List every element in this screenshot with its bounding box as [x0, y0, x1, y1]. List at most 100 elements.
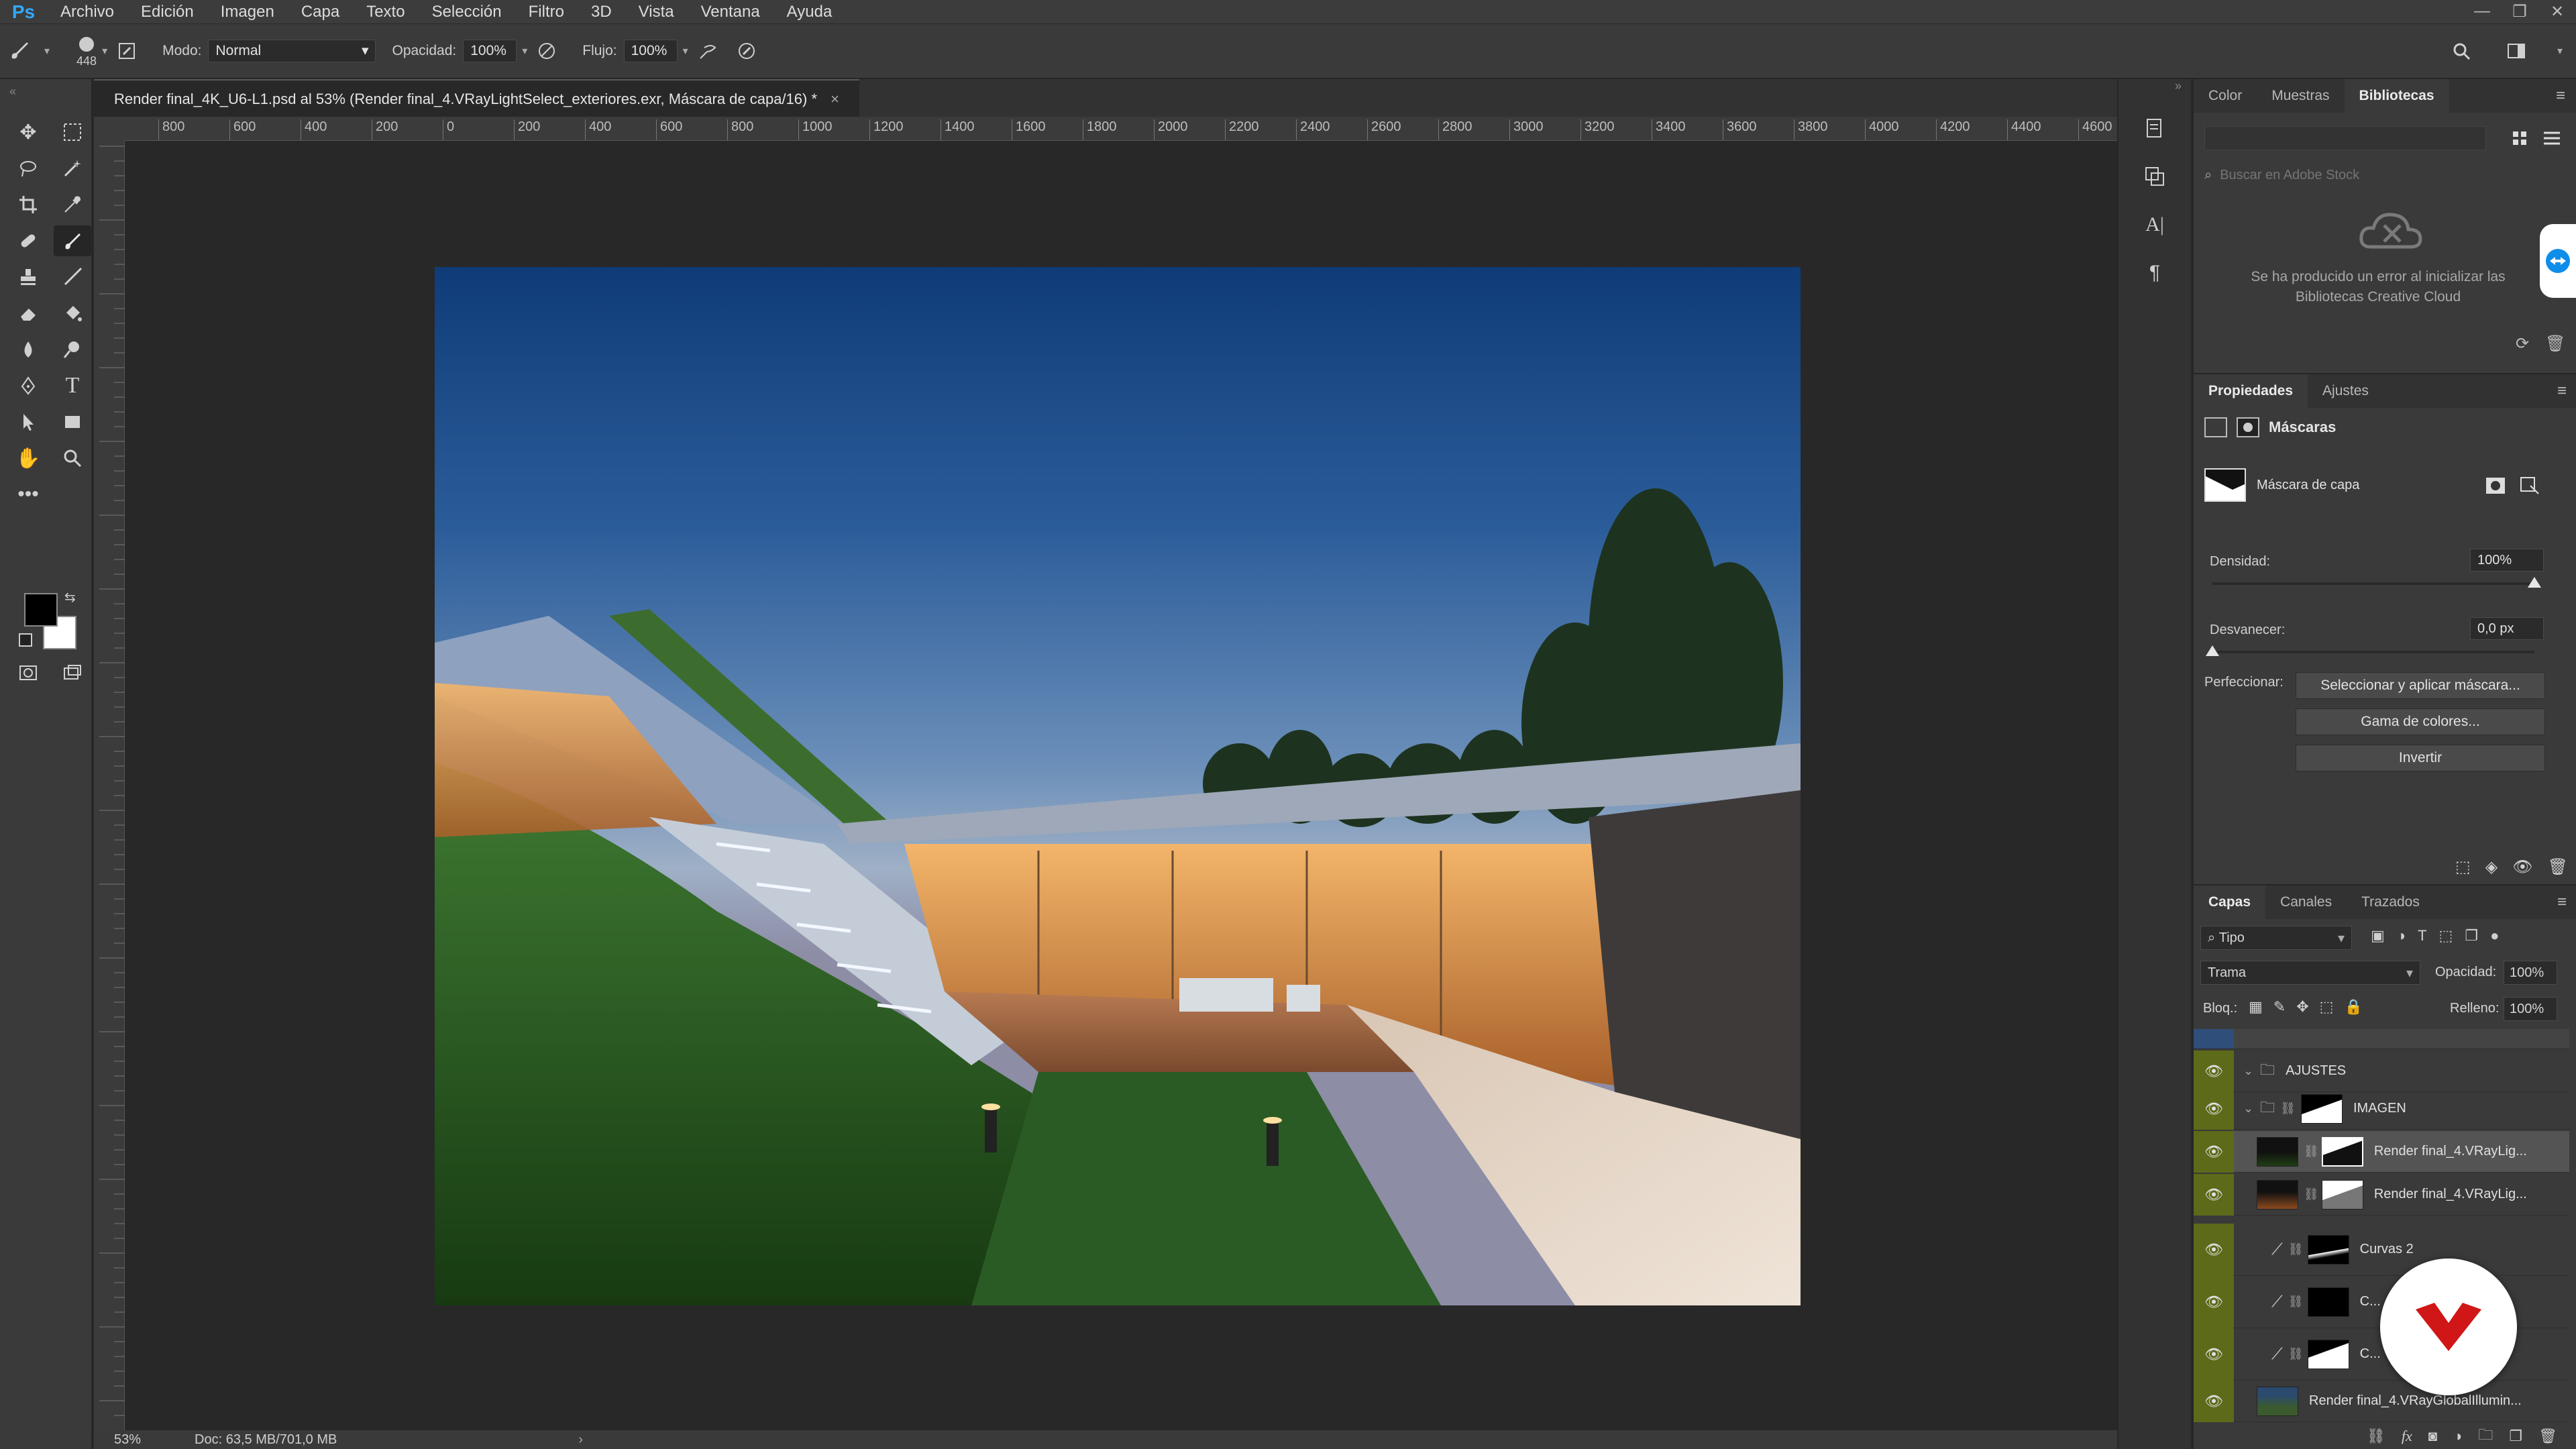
stock-search-input[interactable] [2220, 167, 2542, 183]
visibility-eye-icon[interactable]: 👁 [2194, 1173, 2234, 1216]
vector-mask-icon[interactable] [2237, 417, 2259, 437]
group-expand-chevron-icon[interactable]: ⌄ [2243, 1064, 2253, 1078]
brush-panel-icon[interactable] [113, 37, 141, 65]
tab-properties[interactable]: Propiedades [2194, 374, 2308, 408]
brush-chevron-icon[interactable]: ▾ [102, 44, 107, 58]
layer-render-lightselect-selected[interactable]: 👁 ⛓ Render final_4.VRayLig... [2194, 1130, 2569, 1173]
density-slider[interactable] [2212, 582, 2534, 585]
airbrush-icon[interactable] [694, 37, 722, 65]
clone-stamp-tool-icon[interactable] [9, 262, 47, 292]
library-select[interactable] [2204, 126, 2486, 150]
lock-all-icon[interactable]: 🔒 [2344, 998, 2362, 1016]
hand-tool-icon[interactable]: ✋ [9, 443, 47, 474]
expand-strip-icon[interactable]: » [2118, 79, 2191, 99]
tab-swatches[interactable]: Muestras [2257, 79, 2344, 113]
pixel-mask-icon[interactable] [2204, 417, 2227, 437]
vertical-ruler[interactable] [94, 141, 125, 1430]
menu-capa[interactable]: Capa [288, 0, 353, 24]
layer-thumbnail[interactable] [2257, 1136, 2298, 1167]
group-expand-chevron-icon[interactable]: ⌄ [2243, 1102, 2253, 1116]
pressure-opacity-icon[interactable] [533, 37, 561, 65]
menu-ventana[interactable]: Ventana [688, 0, 773, 24]
menu-texto[interactable]: Texto [353, 0, 418, 24]
quick-mask-icon[interactable] [9, 657, 47, 688]
type-tool-icon[interactable]: T [54, 370, 91, 401]
lock-image-icon[interactable]: ✎ [2273, 998, 2286, 1016]
restore-icon[interactable]: ❐ [2501, 2, 2538, 21]
visibility-eye-icon[interactable]: 👁 [2194, 1087, 2234, 1130]
layer-mask-thumbnail[interactable] [2307, 1234, 2349, 1265]
dodge-tool-icon[interactable] [54, 334, 91, 365]
screen-mode-icon[interactable] [54, 657, 91, 688]
horizontal-ruler[interactable]: 800 600 400 200 0 200 400 600 800 1000 1200 1400 160… [125, 117, 2117, 141]
zoom-tool-icon[interactable] [54, 443, 91, 474]
ruler-origin[interactable] [94, 117, 125, 141]
visibility-eye-icon[interactable]: 👁 [2194, 1130, 2234, 1173]
visibility-eye-icon[interactable]: 👁 [2194, 1380, 2234, 1422]
rectangle-tool-icon[interactable] [54, 407, 91, 437]
architectural-render-image[interactable] [435, 267, 1801, 1305]
layers-menu-icon[interactable]: ≡ [2557, 885, 2576, 919]
new-layer-icon[interactable]: ❐ [2509, 1428, 2522, 1445]
default-colors-icon[interactable] [19, 633, 32, 647]
feather-slider-thumb[interactable] [2206, 645, 2219, 656]
layer-group-imagen[interactable]: 👁 ⌄ 🗀 ⛓ IMAGEN [2194, 1087, 2569, 1130]
menu-vista[interactable]: Vista [625, 0, 688, 24]
lock-artboard-icon[interactable]: ⬚ [2320, 998, 2334, 1016]
menu-filtro[interactable]: Filtro [515, 0, 578, 24]
status-expand-icon[interactable]: › [578, 1432, 583, 1448]
layer-thumbnail[interactable] [2257, 1179, 2298, 1210]
invert-button[interactable]: Invertir [2296, 745, 2545, 771]
apply-mask-icon[interactable]: ◈ [2485, 857, 2498, 877]
lasso-tool-icon[interactable] [9, 153, 47, 184]
layer-mask-thumbnail[interactable] [2321, 1136, 2363, 1167]
move-tool-icon[interactable]: ✥ [9, 117, 47, 148]
layer-render-lightselect[interactable]: 👁 ⛓ Render final_4.VRayLig... [2194, 1173, 2569, 1216]
visibility-eye-icon[interactable]: 👁 [2194, 1223, 2234, 1276]
tab-adjustments[interactable]: Ajustes [2308, 374, 2383, 408]
grid-view-icon[interactable] [2508, 126, 2534, 150]
foreground-color-swatch[interactable] [24, 593, 58, 627]
stock-search[interactable]: ⌕ [2204, 164, 2567, 186]
paragraph-panel-icon[interactable]: ¶ [2133, 254, 2176, 292]
group-mask-thumbnail[interactable] [2300, 1093, 2343, 1124]
character-panel-icon[interactable]: A| [2133, 205, 2176, 244]
select-and-mask-button[interactable]: Seleccionar y aplicar máscara... [2296, 672, 2545, 699]
eraser-tool-icon[interactable] [9, 298, 47, 329]
canvas-area[interactable] [125, 141, 2117, 1430]
close-window-icon[interactable]: ✕ [2538, 2, 2576, 21]
toggle-mask-visibility-icon[interactable]: 👁 [2512, 857, 2532, 877]
filter-type-icon[interactable]: T [2418, 927, 2426, 945]
feather-slider[interactable] [2212, 651, 2534, 653]
zoom-level[interactable]: 53% [114, 1432, 141, 1448]
magic-wand-tool-icon[interactable] [54, 153, 91, 184]
apply-vector-mask-icon[interactable] [2518, 474, 2545, 498]
workspace-icon[interactable] [2502, 37, 2530, 65]
flow-chevron-icon[interactable]: ▾ [683, 44, 688, 58]
layer-mask-thumbnail[interactable] [2307, 1287, 2349, 1317]
mask-thumbnail[interactable] [2204, 468, 2246, 502]
pressure-size-icon[interactable] [733, 37, 761, 65]
color-range-button[interactable]: Gama de colores... [2296, 708, 2545, 735]
tab-layers[interactable]: Capas [2194, 885, 2266, 919]
menu-3d[interactable]: 3D [578, 0, 625, 24]
eyedropper-tool-icon[interactable] [54, 189, 91, 220]
libraries-menu-icon[interactable]: ≡ [2556, 79, 2576, 113]
filter-smart-icon[interactable]: ❐ [2465, 927, 2478, 945]
brush-tool-icon[interactable] [5, 37, 34, 65]
workspace-chevron-icon[interactable]: ▾ [2557, 44, 2563, 58]
layer-group-ajustes[interactable]: 👁 ⌄ 🗀 AJUSTES [2194, 1050, 2569, 1092]
layer-opacity-input[interactable]: 100% [2504, 961, 2557, 985]
path-selection-tool-icon[interactable] [9, 407, 47, 437]
link-layers-icon[interactable]: ⛓ [2367, 1428, 2385, 1445]
brush-tool-active-icon[interactable] [54, 225, 91, 256]
document-tab[interactable]: Render final_4K_U6-L1.psd al 53% (Render… [94, 79, 860, 117]
menu-ayuda[interactable]: Ayuda [773, 0, 846, 24]
select-mask-icon[interactable] [2483, 474, 2510, 498]
crop-tool-icon[interactable] [9, 189, 47, 220]
new-group-icon[interactable]: 🗀 [2478, 1424, 2493, 1449]
minimize-icon[interactable]: — [2463, 2, 2501, 21]
history-brush-tool-icon[interactable] [54, 262, 91, 292]
density-input[interactable]: 100% [2470, 549, 2544, 572]
fill-input[interactable]: 100% [2504, 997, 2557, 1021]
